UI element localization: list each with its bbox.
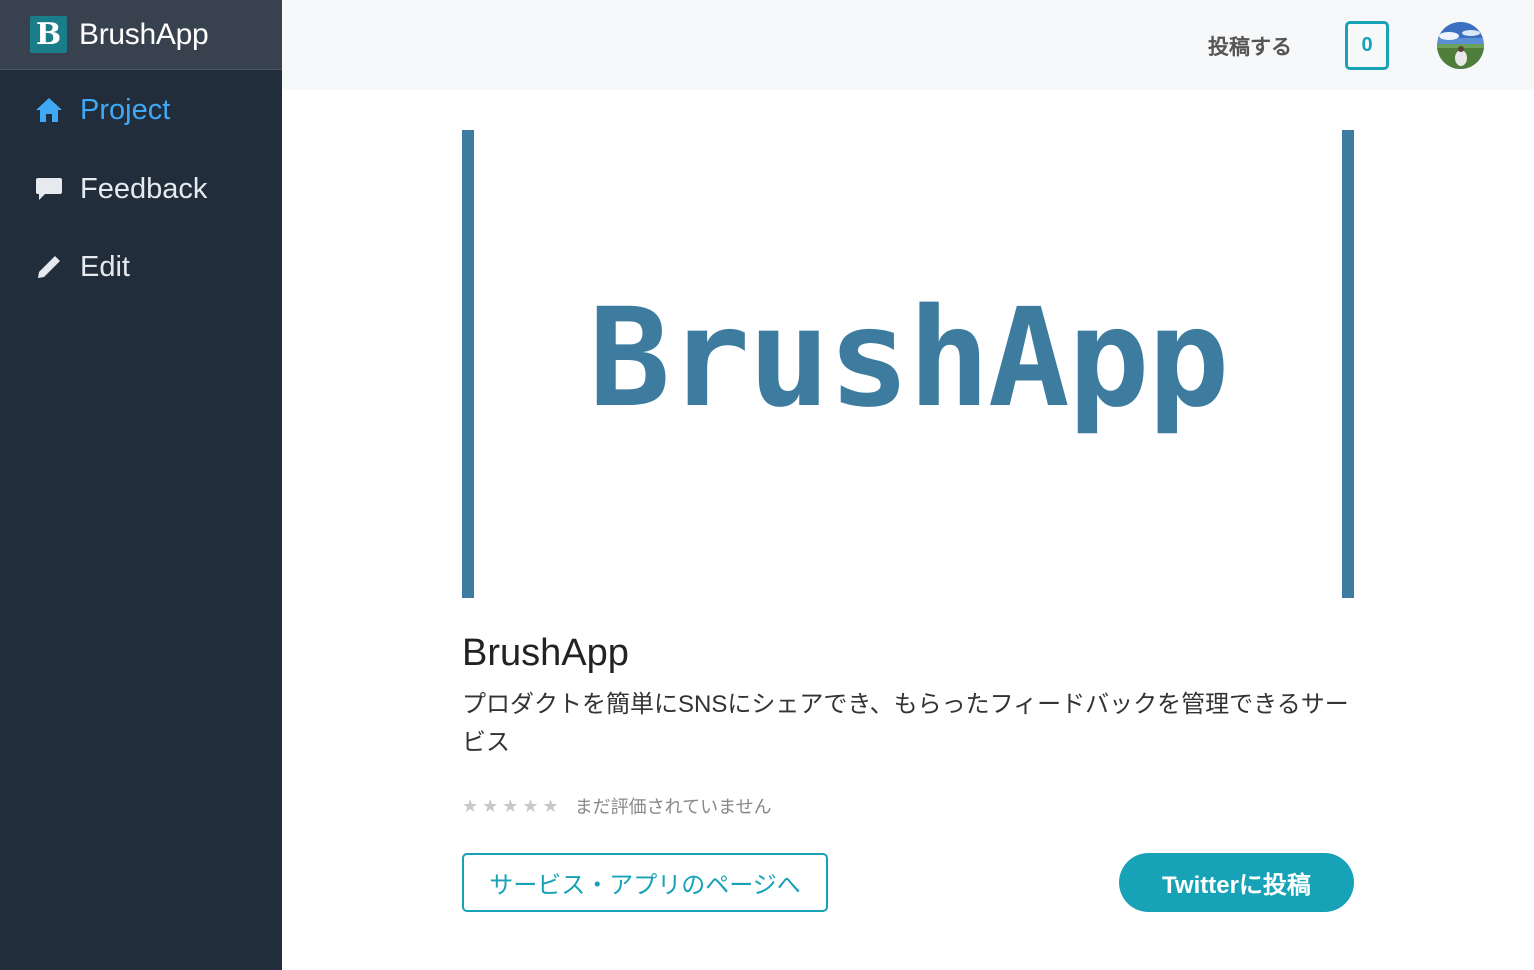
rating: ★★★★★ まだ評価されていません [462,793,772,819]
sidebar-nav: Project Feedback Edit [0,70,282,306]
notification-badge[interactable]: 0 [1345,21,1389,70]
hero-title: BrushApp [588,280,1229,438]
service-page-button[interactable]: サービス・アプリのページへ [462,853,828,912]
top-navbar: 投稿する 0 [282,0,1534,90]
pencil-icon [34,252,64,282]
sidebar-item-label: Project [80,93,171,126]
twitter-post-button[interactable]: Twitterに投稿 [1119,853,1354,912]
rating-text: まだ評価されていません [574,797,772,817]
sidebar: B BrushApp Project Feedback Edit [0,0,282,970]
brand-name: BrushApp [79,17,209,51]
star-rating[interactable]: ★★★★★ [462,796,563,817]
project-title: BrushApp [462,632,629,674]
project-description: プロダクトを簡単にSNSにシェアでき、もらったフィードバックを管理できるサービス [462,691,1349,756]
sidebar-item-label: Feedback [80,172,208,205]
brand-header[interactable]: B BrushApp [0,0,282,70]
home-icon [34,95,64,125]
sidebar-item-label: Edit [80,250,130,283]
sidebar-item-project[interactable]: Project [0,70,282,150]
sidebar-item-edit[interactable]: Edit [0,228,282,306]
post-link[interactable]: 投稿する [1208,31,1292,61]
project-hero-image: BrushApp [462,130,1354,598]
sidebar-item-feedback[interactable]: Feedback [0,150,282,228]
avatar[interactable] [1437,22,1484,69]
comment-icon [34,174,64,204]
brand-logo: B [30,16,67,53]
